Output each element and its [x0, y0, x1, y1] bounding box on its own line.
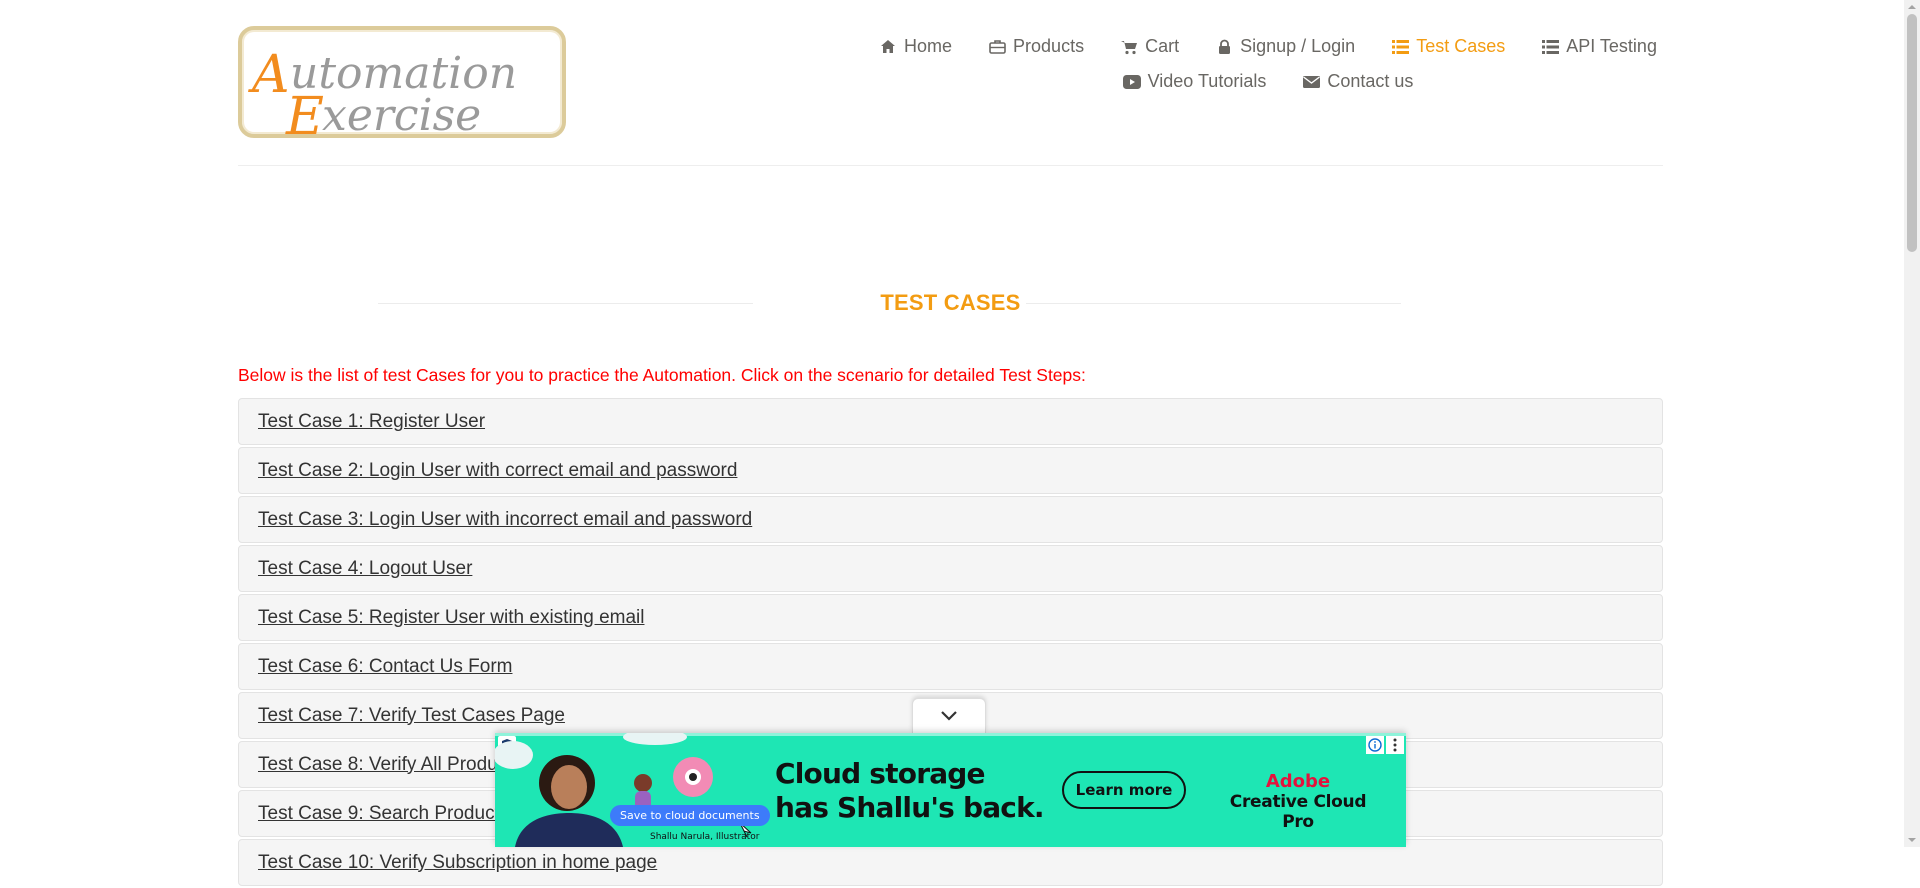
intro-text: Below is the list of test Cases for you … [238, 365, 1086, 385]
scroll-down-icon[interactable] [1907, 835, 1917, 845]
test-case-link[interactable]: Test Case 7: Verify Test Cases Page [258, 705, 565, 727]
adobe-logo-text: Adobe [1265, 771, 1331, 792]
test-case-link[interactable]: Test Case 4: Logout User [258, 558, 472, 580]
youtube-play-icon [1122, 73, 1141, 91]
test-case-row[interactable]: Test Case 2: Login User with correct ema… [238, 447, 1663, 494]
nav-link-label: API Testing [1566, 36, 1657, 56]
ad-more-options-icon[interactable] [1386, 736, 1404, 754]
logo-art: A utomation E xercise [248, 45, 517, 142]
ad-info-icon[interactable] [1366, 736, 1384, 754]
test-case-row[interactable]: Test Case 6: Contact Us Form [238, 643, 1663, 690]
ad-brand: Adobe Creative Cloud Pro [1218, 771, 1378, 832]
svg-text:E: E [285, 87, 324, 142]
ad-save-chip: Save to cloud documents [610, 805, 770, 826]
lock-icon [1215, 38, 1233, 56]
header-divider [238, 165, 1663, 166]
test-case-link[interactable]: Test Case 10: Verify Subscription in hom… [258, 852, 657, 874]
test-case-link[interactable]: Test Case 6: Contact Us Form [258, 656, 512, 678]
advertisement-banner[interactable]: Save to cloud documents Shallu Narula, I… [495, 733, 1406, 847]
vertical-scrollbar[interactable] [1904, 0, 1920, 847]
cart-icon [1120, 38, 1138, 56]
ad-product-name: Creative Cloud Pro [1229, 792, 1367, 832]
scrollbar-thumb[interactable] [1907, 14, 1917, 252]
test-case-row[interactable]: Test Case 3: Login User with incorrect e… [238, 496, 1663, 543]
test-case-link[interactable]: Test Case 2: Login User with correct ema… [258, 460, 737, 482]
main-nav: Home Products Cart Signup / Login Test Cases… [718, 36, 1818, 92]
ad-credit: Shallu Narula, Illustrator [650, 832, 760, 842]
home-icon [879, 38, 897, 56]
nav-link-products[interactable]: Products [970, 36, 1102, 57]
list-icon [1541, 38, 1559, 56]
ad-headline-line-1: Cloud storage [775, 757, 986, 790]
nav-row-secondary: Video Tutorials Contact us [718, 71, 1818, 92]
nav-link-video-tutorials[interactable]: Video Tutorials [1105, 71, 1285, 92]
list-icon [1391, 38, 1409, 56]
nav-link-signup-login[interactable]: Signup / Login [1197, 36, 1373, 57]
briefcase-icon [988, 38, 1006, 56]
nav-link-label: Test Cases [1416, 36, 1506, 56]
test-case-link[interactable]: Test Case 1: Register User [258, 411, 485, 433]
nav-link-home[interactable]: Home [861, 36, 970, 57]
nav-row-primary: Home Products Cart Signup / Login Test Cases… [718, 36, 1818, 57]
test-case-link[interactable]: Test Case 3: Login User with incorrect e… [258, 509, 752, 531]
nav-link-label: Products [1013, 36, 1085, 56]
ad-collapse-button[interactable] [912, 698, 986, 733]
nav-link-test-cases[interactable]: Test Cases [1373, 36, 1523, 57]
scroll-up-icon[interactable] [1907, 2, 1917, 12]
test-case-row[interactable]: Test Case 5: Register User with existing… [238, 594, 1663, 641]
title-block: TEST CASES [238, 288, 1663, 318]
test-case-row[interactable]: Test Case 1: Register User [238, 398, 1663, 445]
test-case-link[interactable]: Test Case 5: Register User with existing… [258, 607, 644, 629]
nav-link-label: Contact us [1327, 71, 1414, 91]
nav-link-contact-us[interactable]: Contact us [1284, 71, 1431, 92]
svg-text:xercise: xercise [322, 90, 481, 141]
nav-link-label: Signup / Login [1240, 36, 1356, 56]
svg-text:A: A [248, 45, 290, 105]
site-logo[interactable]: A utomation E xercise [238, 26, 566, 142]
nav-link-label: Home [904, 36, 953, 56]
test-case-row[interactable]: Test Case 4: Logout User [238, 545, 1663, 592]
envelope-icon [1302, 73, 1320, 91]
ad-illustration [495, 733, 752, 847]
ad-headline-line-2: has Shallu's back. [775, 791, 1045, 824]
ad-headline: Cloud storage has Shallu's back. [775, 757, 1095, 825]
chevron-down-icon [941, 711, 957, 721]
page-title: TEST CASES [880, 290, 1021, 315]
nav-link-cart[interactable]: Cart [1102, 36, 1197, 57]
test-case-link[interactable]: Test Case 9: Search Product [258, 803, 500, 825]
ad-learn-more-button[interactable]: Learn more [1062, 771, 1186, 809]
nav-link-label: Video Tutorials [1147, 71, 1267, 91]
nav-link-label: Cart [1145, 36, 1180, 56]
nav-link-api-testing[interactable]: API Testing [1523, 36, 1675, 57]
